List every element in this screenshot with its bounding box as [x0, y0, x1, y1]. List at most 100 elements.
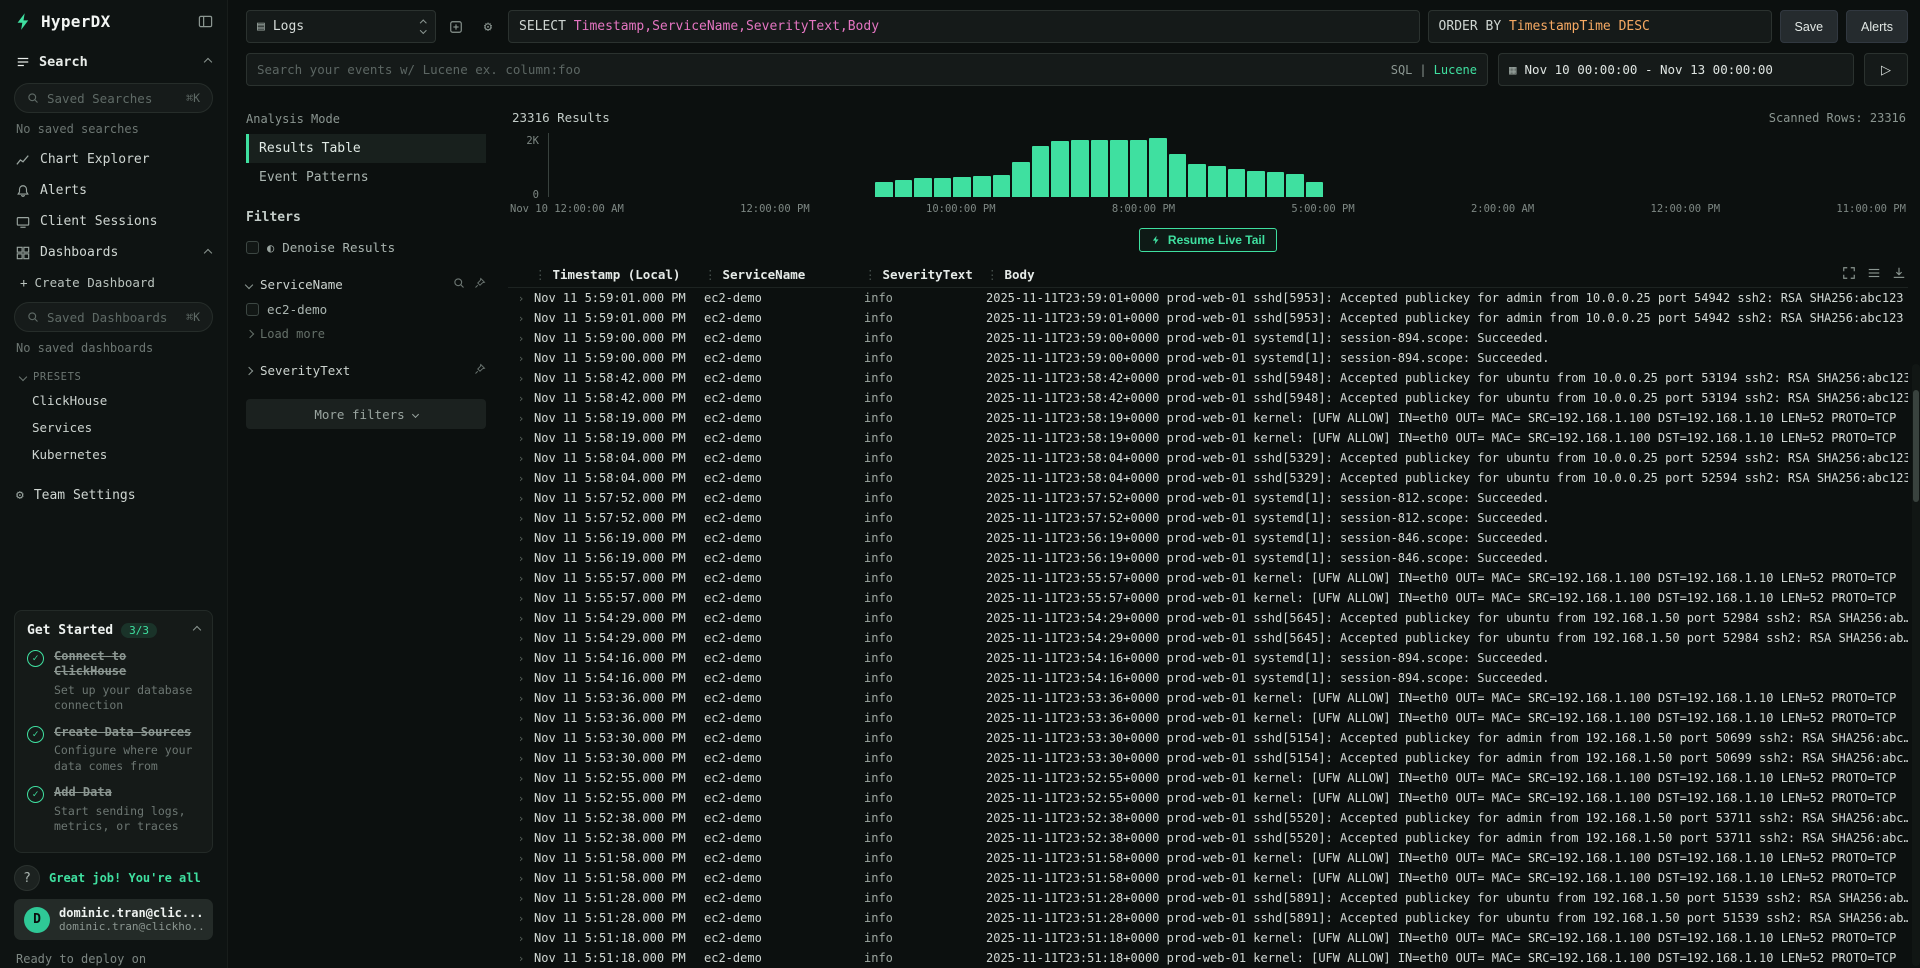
row-expand-icon[interactable]: ›: [508, 872, 534, 885]
log-row[interactable]: › Nov 11 5:53:30.000 PM ec2-demo info 20…: [508, 748, 1908, 768]
log-row[interactable]: › Nov 11 5:51:58.000 PM ec2-demo info 20…: [508, 868, 1908, 888]
denoise-filter[interactable]: ◐ Denoise Results: [246, 235, 486, 260]
mode-event-patterns[interactable]: Event Patterns: [246, 163, 486, 192]
row-expand-icon[interactable]: ›: [508, 492, 534, 505]
date-range-picker[interactable]: ▦ Nov 10 00:00:00 - Nov 13 00:00:00: [1498, 53, 1854, 86]
presets-toggle[interactable]: PRESETS: [14, 363, 213, 387]
row-expand-icon[interactable]: ›: [508, 772, 534, 785]
log-row[interactable]: › Nov 11 5:52:55.000 PM ec2-demo info 20…: [508, 768, 1908, 788]
row-expand-icon[interactable]: ›: [508, 432, 534, 445]
row-expand-icon[interactable]: ›: [508, 752, 534, 765]
sidebar-item-dashboards[interactable]: Dashboards: [14, 237, 213, 268]
column-resize-handle[interactable]: ⋮: [534, 267, 547, 282]
column-header-body[interactable]: ⋮Body: [986, 267, 1908, 282]
service-option-ec2-demo[interactable]: ec2-demo: [246, 297, 486, 322]
get-started-item[interactable]: ✓ Connect to ClickHouse Set up your data…: [27, 649, 200, 714]
row-expand-icon[interactable]: ›: [508, 452, 534, 465]
row-expand-icon[interactable]: ›: [508, 892, 534, 905]
row-expand-icon[interactable]: ›: [508, 712, 534, 725]
get-started-header[interactable]: Get Started 3/3: [27, 623, 200, 638]
histogram-plot[interactable]: [548, 133, 1908, 197]
preset-services[interactable]: Services: [14, 414, 213, 441]
row-expand-icon[interactable]: ›: [508, 572, 534, 585]
log-row[interactable]: › Nov 11 5:55:57.000 PM ec2-demo info 20…: [508, 588, 1908, 608]
row-expand-icon[interactable]: ›: [508, 372, 534, 385]
log-row[interactable]: › Nov 11 5:55:57.000 PM ec2-demo info 20…: [508, 568, 1908, 588]
filter-group-severitytext[interactable]: SeverityText: [246, 354, 486, 383]
row-expand-icon[interactable]: ›: [508, 332, 534, 345]
sidebar-section-search[interactable]: Search: [14, 47, 213, 77]
pin-icon[interactable]: [474, 277, 486, 292]
service-checkbox[interactable]: [246, 303, 259, 316]
row-expand-icon[interactable]: ›: [508, 672, 534, 685]
column-resize-handle[interactable]: ⋮: [864, 267, 877, 282]
log-row[interactable]: › Nov 11 5:53:36.000 PM ec2-demo info 20…: [508, 708, 1908, 728]
row-expand-icon[interactable]: ›: [508, 732, 534, 745]
log-row[interactable]: › Nov 11 5:54:29.000 PM ec2-demo info 20…: [508, 608, 1908, 628]
pin-icon[interactable]: [474, 363, 486, 378]
log-row[interactable]: › Nov 11 5:52:55.000 PM ec2-demo info 20…: [508, 788, 1908, 808]
row-expand-icon[interactable]: ›: [508, 932, 534, 945]
save-button[interactable]: Save: [1780, 10, 1839, 43]
log-row[interactable]: › Nov 11 5:59:00.000 PM ec2-demo info 20…: [508, 348, 1908, 368]
log-row[interactable]: › Nov 11 5:58:42.000 PM ec2-demo info 20…: [508, 368, 1908, 388]
user-menu[interactable]: D dominic.tran@clic... dominic.tran@clic…: [14, 899, 213, 940]
run-query-button[interactable]: ▷: [1864, 53, 1908, 86]
sidebar-item-team-settings[interactable]: ⚙ Team Settings: [14, 480, 213, 511]
log-row[interactable]: › Nov 11 5:56:19.000 PM ec2-demo info 20…: [508, 548, 1908, 568]
expand-table-icon[interactable]: [1842, 266, 1856, 283]
help-button[interactable]: ?: [14, 865, 40, 891]
log-row[interactable]: › Nov 11 5:51:28.000 PM ec2-demo info 20…: [508, 888, 1908, 908]
preset-kubernetes[interactable]: Kubernetes: [14, 441, 213, 468]
scrollbar-thumb[interactable]: [1913, 390, 1919, 502]
column-resize-handle[interactable]: ⋮: [704, 267, 717, 282]
column-header-severitytext[interactable]: ⋮SeverityText: [864, 267, 986, 282]
source-select[interactable]: ▤ Logs: [246, 10, 436, 43]
get-started-item[interactable]: ✓ Add Data Start sending logs, metrics, …: [27, 785, 200, 835]
row-expand-icon[interactable]: ›: [508, 612, 534, 625]
row-expand-icon[interactable]: ›: [508, 312, 534, 325]
column-resize-handle[interactable]: ⋮: [986, 267, 999, 282]
mode-results-table[interactable]: Results Table: [246, 134, 486, 163]
filter-search-icon[interactable]: [453, 277, 465, 292]
row-expand-icon[interactable]: ›: [508, 412, 534, 425]
log-row[interactable]: › Nov 11 5:56:19.000 PM ec2-demo info 20…: [508, 528, 1908, 548]
sql-select-input[interactable]: SELECT Timestamp,ServiceName,SeverityTex…: [508, 10, 1420, 43]
row-expand-icon[interactable]: ›: [508, 592, 534, 605]
log-row[interactable]: › Nov 11 5:57:52.000 PM ec2-demo info 20…: [508, 488, 1908, 508]
preset-clickhouse[interactable]: ClickHouse: [14, 387, 213, 414]
table-scrollbar[interactable]: [1912, 364, 1920, 966]
row-density-icon[interactable]: [1867, 266, 1881, 283]
more-filters-button[interactable]: More filters: [246, 399, 486, 429]
log-row[interactable]: › Nov 11 5:51:28.000 PM ec2-demo info 20…: [508, 908, 1908, 928]
log-row[interactable]: › Nov 11 5:59:01.000 PM ec2-demo info 20…: [508, 288, 1908, 308]
row-expand-icon[interactable]: ›: [508, 652, 534, 665]
saved-searches-input[interactable]: Saved Searches ⌘K: [14, 83, 213, 113]
lang-sql-option[interactable]: SQL: [1391, 63, 1413, 77]
saved-dashboards-input[interactable]: Saved Dashboards ⌘K: [14, 302, 213, 332]
column-header-servicename[interactable]: ⋮ServiceName: [704, 267, 864, 282]
row-expand-icon[interactable]: ›: [508, 512, 534, 525]
row-expand-icon[interactable]: ›: [508, 812, 534, 825]
search-input[interactable]: [257, 62, 1383, 77]
download-icon[interactable]: [1892, 266, 1906, 283]
log-row[interactable]: › Nov 11 5:59:01.000 PM ec2-demo info 20…: [508, 308, 1908, 328]
row-expand-icon[interactable]: ›: [508, 692, 534, 705]
log-row[interactable]: › Nov 11 5:59:00.000 PM ec2-demo info 20…: [508, 328, 1908, 348]
log-row[interactable]: › Nov 11 5:57:52.000 PM ec2-demo info 20…: [508, 508, 1908, 528]
log-row[interactable]: › Nov 11 5:51:18.000 PM ec2-demo info 20…: [508, 948, 1908, 968]
edit-source-button[interactable]: [444, 14, 468, 40]
row-expand-icon[interactable]: ›: [508, 912, 534, 925]
column-header-timestamp[interactable]: ⋮Timestamp (Local): [534, 267, 704, 282]
query-language-toggle[interactable]: SQL | Lucene: [1391, 63, 1477, 77]
denoise-checkbox[interactable]: [246, 241, 259, 254]
lang-lucene-option[interactable]: Lucene: [1434, 63, 1477, 77]
load-more-button[interactable]: Load more: [246, 322, 486, 346]
order-by-input[interactable]: ORDER BY TimestampTime DESC: [1428, 10, 1772, 43]
log-row[interactable]: › Nov 11 5:58:42.000 PM ec2-demo info 20…: [508, 388, 1908, 408]
row-expand-icon[interactable]: ›: [508, 792, 534, 805]
log-row[interactable]: › Nov 11 5:58:04.000 PM ec2-demo info 20…: [508, 448, 1908, 468]
row-expand-icon[interactable]: ›: [508, 472, 534, 485]
source-settings-button[interactable]: ⚙: [476, 14, 500, 40]
row-expand-icon[interactable]: ›: [508, 632, 534, 645]
